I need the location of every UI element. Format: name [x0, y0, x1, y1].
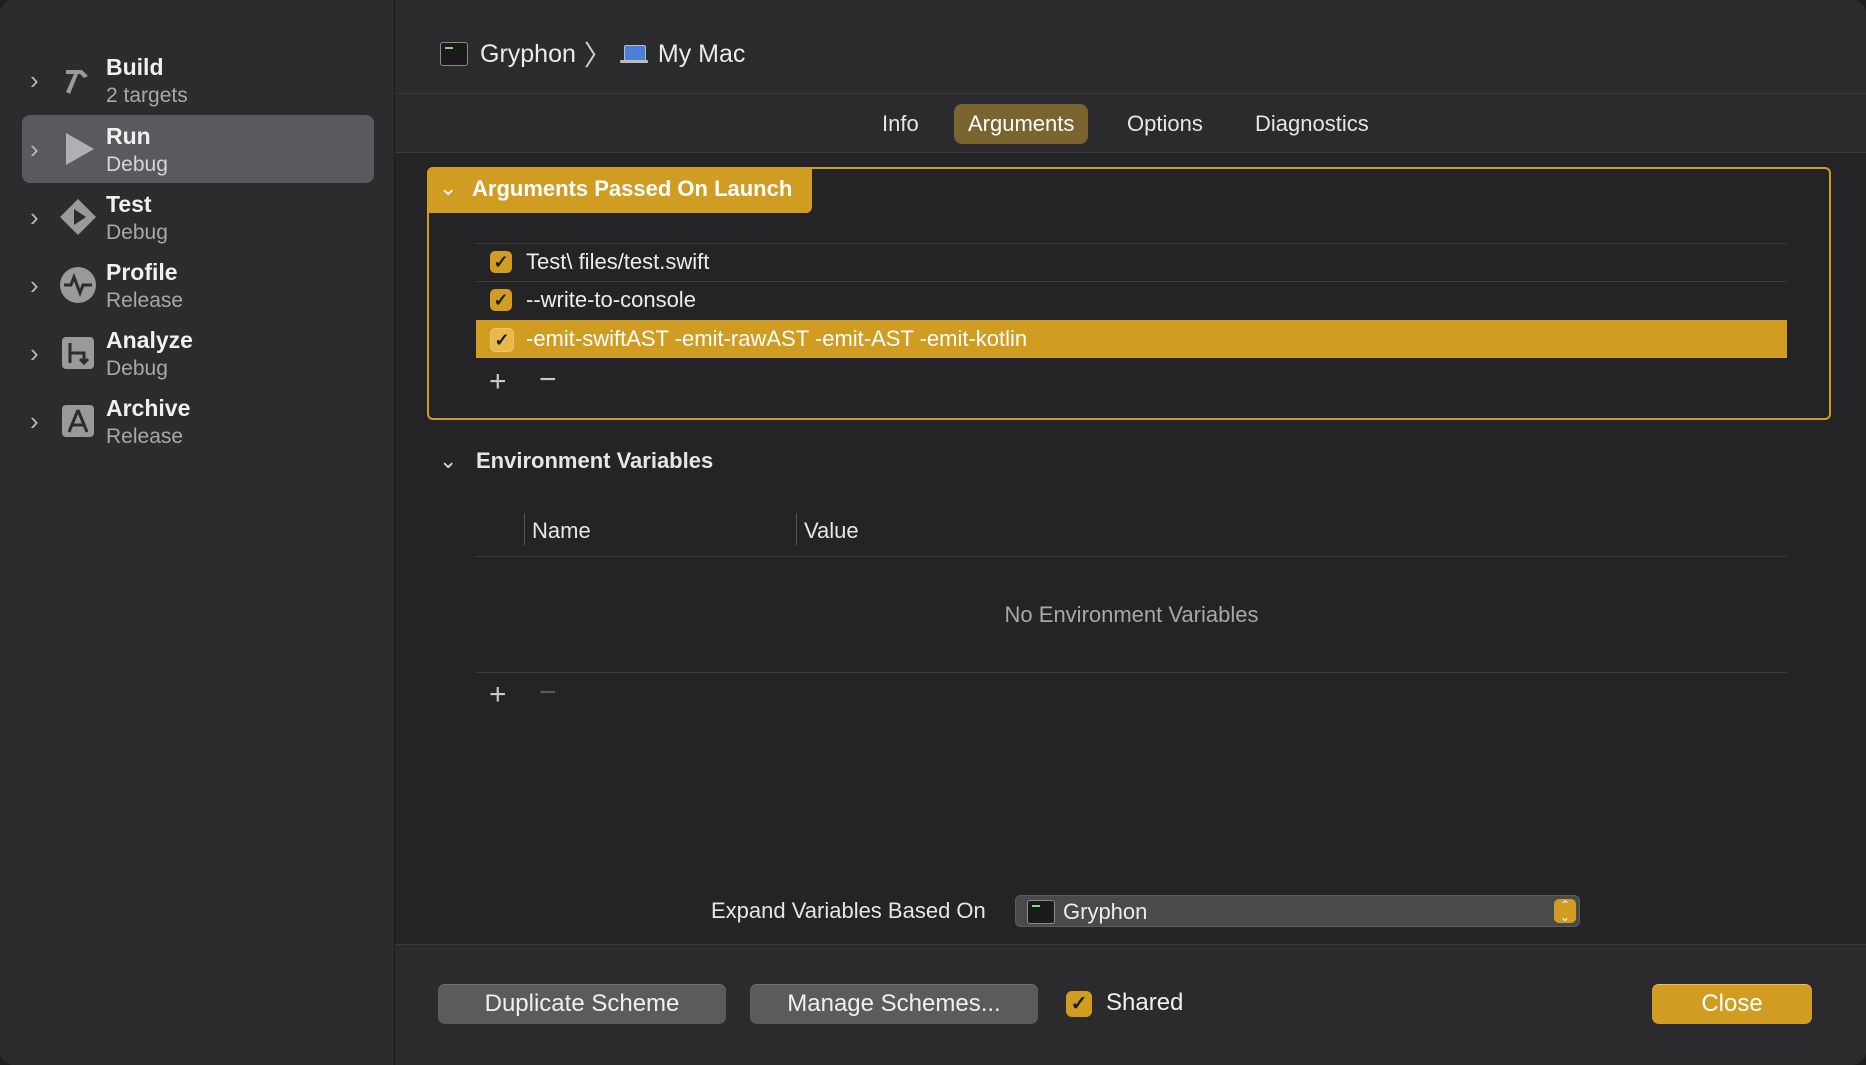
sidebar-item-build[interactable]: › Build 2 targets [22, 46, 374, 114]
divider [476, 672, 1787, 673]
popup-stepper-icon[interactable]: ⌃ ⌄ [1554, 899, 1576, 923]
breadcrumb-destination[interactable]: My Mac [658, 40, 746, 69]
tab-options[interactable]: Options [1113, 104, 1217, 144]
hammer-icon [58, 60, 98, 100]
remove-argument-button[interactable]: − [539, 365, 557, 395]
add-argument-button[interactable]: + [489, 367, 507, 397]
divider [476, 556, 1787, 557]
argument-checkbox[interactable]: ✓ [490, 289, 512, 311]
duplicate-scheme-button[interactable]: Duplicate Scheme [438, 984, 726, 1024]
sidebar-item-profile[interactable]: › Profile Release [22, 251, 374, 319]
argument-checkbox[interactable]: ✓ [490, 328, 514, 352]
sidebar-item-title: Test [106, 191, 152, 217]
sidebar-item-test[interactable]: › Test Debug [22, 183, 374, 251]
laptop-icon [619, 45, 648, 63]
terminal-icon [1027, 900, 1055, 924]
chevron-right-icon[interactable]: › [30, 407, 50, 435]
tab-diagnostics[interactable]: Diagnostics [1241, 104, 1383, 144]
tab-bar: Info Arguments Options Diagnostics [395, 94, 1866, 153]
argument-checkbox[interactable]: ✓ [490, 251, 512, 273]
sidebar-item-subtitle: 2 targets [106, 84, 188, 107]
empty-state-message: No Environment Variables [1004, 602, 1259, 627]
breadcrumb-scheme[interactable]: Gryphon [480, 40, 576, 69]
sidebar-item-subtitle: Release [106, 425, 184, 448]
column-divider[interactable] [524, 513, 525, 545]
sidebar-item-run[interactable]: › Run Debug [22, 115, 374, 183]
sidebar-item-title: Archive [106, 395, 191, 421]
shared-checkbox[interactable]: ✓ [1066, 991, 1092, 1017]
waveform-icon [58, 265, 98, 305]
remove-env-variable-button: − [539, 676, 557, 709]
scheme-detail-pane: Gryphon 〉 My Mac Info Arguments Options … [395, 0, 1866, 1065]
chevron-right-icon[interactable]: › [30, 339, 50, 367]
sidebar-item-subtitle: Release [106, 289, 184, 312]
manage-schemes-button[interactable]: Manage Schemes... [750, 984, 1038, 1024]
column-header-value[interactable]: Value [804, 518, 859, 544]
analyze-icon [58, 333, 98, 373]
sidebar-item-analyze[interactable]: › Analyze Debug [22, 319, 374, 387]
section-title: Environment Variables [476, 448, 714, 473]
scheme-actions-sidebar: › Build 2 targets › Run Debug › Test Deb… [0, 0, 395, 1065]
play-icon [58, 129, 98, 169]
argument-row[interactable]: ✓ Test\ files/test.swift [476, 243, 1787, 281]
argument-row-selected[interactable]: ✓ -emit-swiftAST -emit-rawAST -emit-AST … [476, 320, 1787, 358]
scheme-header: Gryphon 〉 My Mac [395, 0, 1866, 94]
argument-text[interactable]: -emit-swiftAST -emit-rawAST -emit-AST -e… [526, 326, 1027, 352]
breadcrumb-separator-icon: 〉 [583, 40, 612, 71]
popup-value: Gryphon [1063, 899, 1148, 924]
column-divider[interactable] [796, 513, 797, 545]
arguments-section-header[interactable]: ⌄ Arguments Passed On Launch [427, 167, 812, 213]
sidebar-item-title: Profile [106, 259, 178, 285]
test-diamond-icon [58, 197, 98, 237]
argument-text[interactable]: Test\ files/test.swift [526, 249, 709, 275]
breadcrumb[interactable]: Gryphon 〉 My Mac [440, 34, 745, 74]
argument-text[interactable]: --write-to-console [526, 287, 696, 313]
sidebar-item-subtitle: Debug [106, 221, 168, 244]
footer-bar: Duplicate Scheme Manage Schemes... ✓ Sha… [395, 944, 1866, 1065]
sidebar-item-subtitle: Debug [106, 357, 168, 380]
scheme-editor-window: › Build 2 targets › Run Debug › Test Deb… [0, 0, 1866, 1065]
shared-label[interactable]: Shared [1106, 989, 1183, 1017]
sidebar-item-subtitle: Debug [106, 153, 168, 176]
tab-info[interactable]: Info [868, 104, 933, 144]
sidebar-item-archive[interactable]: › Archive Release [22, 387, 374, 455]
chevron-down-icon[interactable]: ⌄ [439, 175, 457, 201]
tab-arguments[interactable]: Arguments [954, 104, 1089, 144]
add-env-variable-button[interactable]: + [489, 680, 507, 710]
chevron-right-icon[interactable]: › [30, 135, 50, 163]
argument-row[interactable]: ✓ --write-to-console [476, 281, 1787, 319]
chevron-right-icon[interactable]: › [30, 66, 50, 94]
chevron-right-icon[interactable]: › [30, 203, 50, 231]
sidebar-item-title: Analyze [106, 327, 193, 353]
column-header-name[interactable]: Name [532, 518, 591, 544]
expand-variables-label: Expand Variables Based On [711, 898, 986, 923]
sidebar-item-title: Build [106, 54, 164, 80]
expand-variables-popup[interactable]: Gryphon ⌃ ⌄ [1015, 895, 1580, 927]
chevron-right-icon[interactable]: › [30, 271, 50, 299]
chevron-down-icon[interactable]: ⌄ [439, 448, 457, 474]
section-title: Arguments Passed On Launch [472, 176, 793, 201]
close-button[interactable]: Close [1652, 984, 1812, 1024]
terminal-icon [440, 42, 468, 66]
archive-icon [58, 401, 98, 441]
sidebar-item-title: Run [106, 123, 151, 149]
